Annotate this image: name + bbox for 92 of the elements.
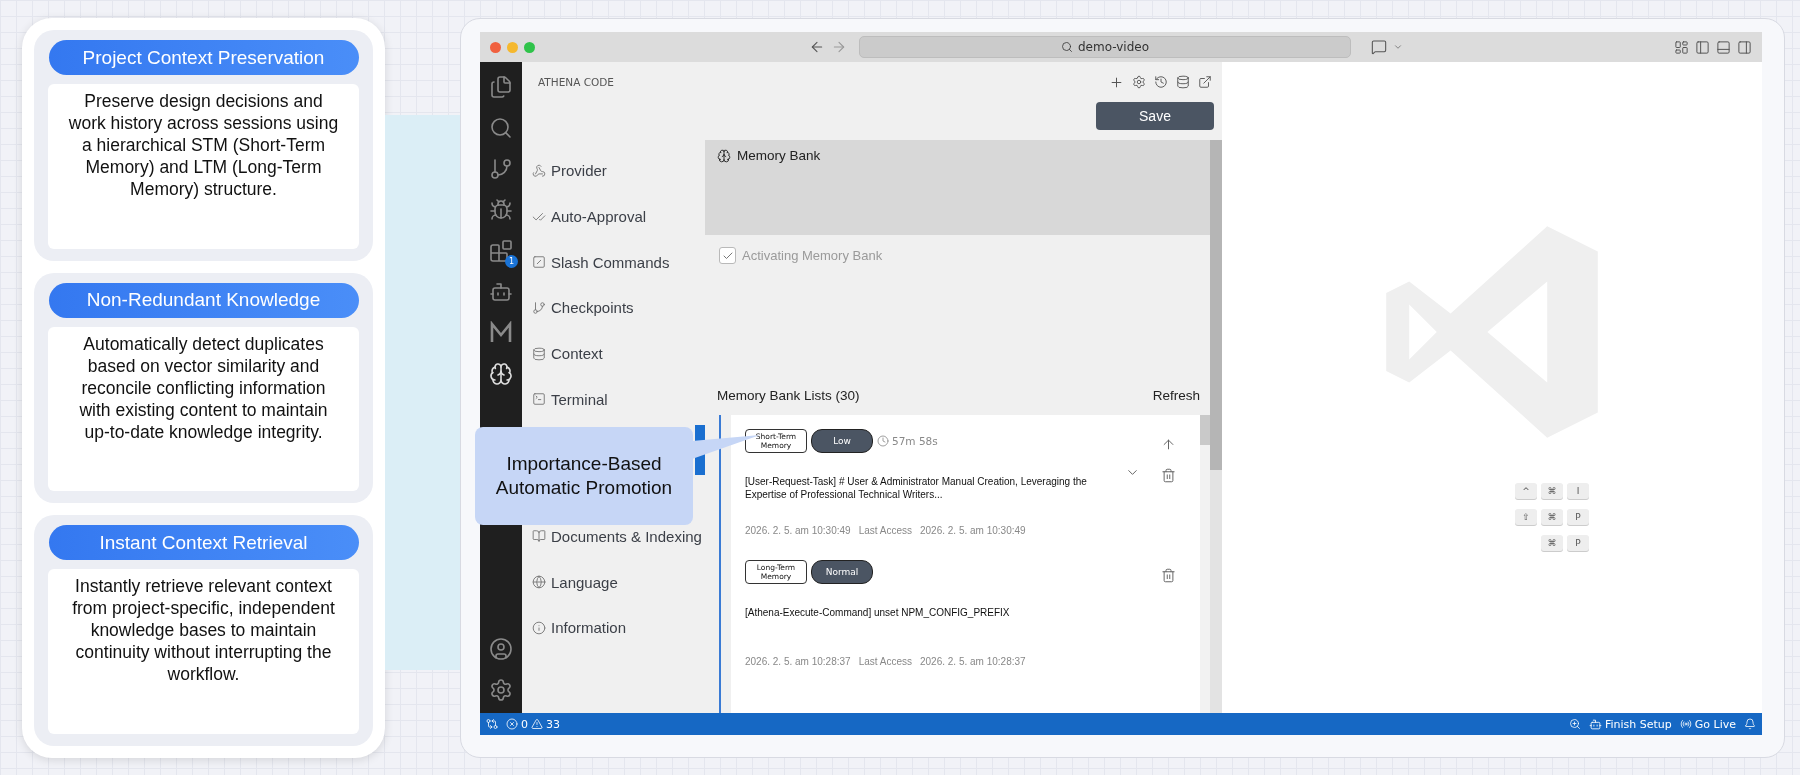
branch-icon[interactable] [489,157,513,181]
history-icon[interactable] [1154,74,1168,89]
brain-icon [717,148,731,163]
feature-title: Project Context Preservation [48,40,359,75]
checkbox-label: Activating Memory Bank [742,248,883,263]
webhook-icon [532,163,546,178]
slash-square-icon [532,255,546,270]
panel-right-icon[interactable] [1737,39,1752,55]
feature-title: Instant Context Retrieval [48,525,359,561]
nav-item[interactable]: Provider [551,162,607,180]
search-icon [1060,41,1073,53]
save-button[interactable]: Save [1096,102,1214,130]
finish-setup-item[interactable]: Finish Setup [1604,717,1672,731]
shortcut-key: ^ [1515,483,1537,499]
section-title: Memory Bank [737,148,821,163]
feature-description: Automatically detect duplicates based on vector similarity and reconcile conflicting information with existing content to maintain up-to-date knowledge integrity. [48,326,359,492]
refresh-link[interactable]: Refresh [1152,388,1200,403]
shortcut-key: P [1567,509,1589,525]
last-access-date: 2026. 2. 5. am 10:28:37 [920,656,1026,667]
chat-icon[interactable] [1371,39,1387,55]
created-date: 2026. 2. 5. am 10:28:37 [745,656,851,667]
nav-item[interactable]: Context [551,345,603,363]
terminal-icon [532,392,546,407]
minimize-dot[interactable] [507,41,518,53]
zoom-icon[interactable] [1568,718,1581,730]
nav-item[interactable]: Language [551,573,618,591]
settings-icon[interactable] [1132,74,1146,89]
files-icon[interactable] [489,75,513,99]
shortcut-key: I [1567,483,1589,499]
nav-item[interactable]: Auto-Approval [551,208,647,226]
feature-title: Non-Redundant Knowledge [48,282,359,318]
robot-icon [1588,717,1602,731]
panel-title: ATHENA CODE [538,76,615,88]
layout-icon[interactable] [1674,39,1689,55]
last-access-label: Last Access [858,525,912,536]
remote-icon[interactable] [486,718,498,730]
shortcut-key: P [1567,535,1589,551]
scrollbar[interactable] [1210,140,1222,713]
last-access-date: 2026. 2. 5. am 10:30:49 [920,525,1026,536]
close-dot[interactable] [490,41,501,53]
info-icon [532,620,546,635]
bug-icon[interactable] [489,198,513,222]
checkbox[interactable] [719,247,736,264]
search-icon[interactable] [489,116,513,140]
plus-icon[interactable] [1109,74,1124,90]
account-icon[interactable] [489,637,513,661]
notification-badge: 1 [505,255,518,268]
last-access-label: Last Access [858,656,912,667]
importance-tag: Low [811,429,873,453]
shortcut-key: ⌘ [1541,483,1563,499]
database-icon[interactable] [1176,74,1190,89]
trash-icon[interactable] [1160,468,1176,483]
warning-icon [531,718,543,730]
error-count[interactable]: 0 [521,717,528,731]
list-title: Memory Bank Lists (30) [717,388,860,403]
search-field[interactable]: demo-video [859,36,1351,58]
robot-icon[interactable] [489,280,513,304]
globe-icon [532,575,546,590]
brain-icon[interactable] [489,362,513,386]
panel-bottom-icon[interactable] [1716,39,1731,55]
database-icon [532,346,546,361]
nav-item[interactable]: Documents & Indexing [551,527,702,545]
settings-icon[interactable] [489,678,513,702]
go-live-item[interactable]: Go Live [1694,717,1736,731]
shortcut-key: ⌘ [1541,509,1563,525]
shortcut-key: ⌘ [1541,535,1563,551]
external-link-icon[interactable] [1198,74,1212,89]
importance-tag: Normal [811,560,873,584]
age-text: 57m 58s [892,435,938,447]
broadcast-icon [1679,718,1692,730]
shortcut-key: ⇧ [1515,509,1537,525]
nav-item[interactable]: Checkpoints [551,299,634,317]
nav-item[interactable]: Terminal [551,390,608,408]
nav-item[interactable]: Information [551,619,627,637]
book-icon [532,529,546,544]
maximize-dot[interactable] [524,41,535,53]
blocks-icon[interactable] [489,239,513,263]
callout-label: Importance-Based Automatic Promotion [475,427,693,525]
error-icon [506,718,518,730]
branch-icon [532,300,546,315]
feature-description: Instantly retrieve relevant context from project-specific, independent knowledge bases to maintain continuity without interrupting the workflow. [48,569,359,734]
feature-description: Preserve design decisions and work history across sessions using a hierarchical STM (Short-Term Memory) and LTM (Long-Term Memory) structure. [48,84,359,249]
trash-icon[interactable] [1160,568,1176,583]
bell-icon[interactable] [1744,718,1756,730]
nav-item[interactable]: Slash Commands [551,253,670,271]
created-date: 2026. 2. 5. am 10:30:49 [745,525,851,536]
panel-left-icon[interactable] [1695,39,1710,55]
warning-count[interactable]: 33 [546,717,560,731]
memory-text: [User-Request-Task] # User & Administrator Manual Creation, Leveraging the Expertise of Professional Technical Writers... [745,475,1088,501]
memory-text: [Athena-Execute-Command] unset NPM_CONFIG_PREFIX [745,606,1011,620]
clock-icon [877,435,889,447]
m-logo-icon[interactable] [489,321,513,345]
